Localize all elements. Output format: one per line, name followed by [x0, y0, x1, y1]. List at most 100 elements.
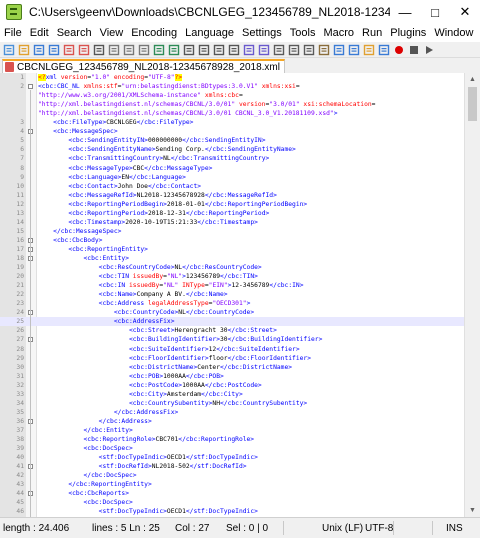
code-line[interactable]: 24 <cbc:CountryCode>NL</cbc:CountryCode> [0, 308, 465, 317]
menu-macro[interactable]: Macro [319, 27, 358, 39]
code-line[interactable]: 30 <cbc:DistrictName>Center</cbc:Distric… [0, 363, 465, 372]
print-icon[interactable] [92, 43, 106, 56]
code-line[interactable]: "http://xml.belastingdienst.nl/schemas/C… [0, 109, 465, 118]
code-line[interactable]: 4 <cbc:MessageSpec> [0, 127, 465, 136]
code-line[interactable]: "http://xml.belastingdienst.nl/schemas/C… [0, 100, 465, 109]
code-line[interactable]: 38 <cbc:ReportingRole>CBC701</cbc:Report… [0, 435, 465, 444]
code-line[interactable]: 15 </cbc:MessageSpec> [0, 227, 465, 236]
code-line[interactable]: 3 <cbc:FileType>CBCNLGEG</cbc:FileType> [0, 118, 465, 127]
code-line[interactable]: 12 <cbc:ReportingPeriodBegin>2018-01-01<… [0, 200, 465, 209]
close-all-icon[interactable] [77, 43, 91, 56]
code-line[interactable]: 5 <cbc:SendingEntityIN>000000000</cbc:Se… [0, 136, 465, 145]
code-line[interactable]: 37 </cbc:Entity> [0, 426, 465, 435]
code-line[interactable]: 20 <cbc:TIN issuedBy="NL">123456789</cbc… [0, 272, 465, 281]
code-line[interactable]: 46 <stf:DocTypeIndic>OECD1</stf:DocTypeI… [0, 507, 465, 516]
editor[interactable]: 1 <?xml version="1.0" encoding="UTF-8"?> 2… [0, 73, 480, 517]
sync-v-icon[interactable] [242, 43, 256, 56]
menu-plugins[interactable]: Plugins [386, 27, 430, 39]
close-icon[interactable] [62, 43, 76, 56]
menu-view[interactable]: View [96, 27, 128, 39]
find-icon[interactable] [182, 43, 196, 56]
code-line[interactable]: 43 </cbc:ReportingEntity> [0, 480, 465, 489]
scrollbar-thumb[interactable] [468, 87, 477, 121]
indent-guide-icon[interactable] [302, 43, 316, 56]
menu-tools[interactable]: Tools [286, 27, 320, 39]
code-line[interactable]: 32 <cbc:PostCode>1000AA</cbc:PostCode> [0, 381, 465, 390]
fold-marker-icon[interactable] [28, 84, 33, 90]
code-line[interactable]: 2 <cbc:CBC_NL xmlns:stf="urn:belastingdie… [0, 82, 465, 91]
code-line[interactable]: 7 <cbc:TransmittingCountry>NL</cbc:Trans… [0, 154, 465, 163]
code-line[interactable]: 9 <cbc:Language>EN</cbc:Language> [0, 173, 465, 182]
minimize-button[interactable]: — [390, 0, 420, 24]
code-line[interactable]: 40 <stf:DocTypeIndic>OECD1</stf:DocTypeI… [0, 453, 465, 462]
undo-icon[interactable] [152, 43, 166, 56]
menu-window[interactable]: Window [430, 27, 477, 39]
code-line[interactable]: 26 <cbc:Street>Herengracht 30</cbc:Stree… [0, 326, 465, 335]
code-line[interactable]: 41 <stf:DocRefId>NL2018-502</stf:DocRefI… [0, 462, 465, 471]
code-line[interactable]: 13 <cbc:ReportingPeriod>2018-12-31</cbc:… [0, 209, 465, 218]
code-line[interactable]: 14 <cbc:Timestamp>2020-10-19T15:21:33</c… [0, 218, 465, 227]
menu-search[interactable]: Search [53, 27, 96, 39]
code-line[interactable]: 16 <cbc:CbcBody> [0, 236, 465, 245]
close-button[interactable]: ✕ [450, 0, 480, 24]
menu-encoding[interactable]: Encoding [127, 27, 181, 39]
redo-icon[interactable] [167, 43, 181, 56]
save-icon[interactable] [32, 43, 46, 56]
zoom-out-icon[interactable] [227, 43, 241, 56]
menu-language[interactable]: Language [181, 27, 238, 39]
code-line[interactable]: 29 <cbc:FloorIdentifier>floor</cbc:Floor… [0, 354, 465, 363]
zoom-in-icon[interactable] [212, 43, 226, 56]
wrap-icon[interactable] [272, 43, 286, 56]
show-all-icon[interactable] [287, 43, 301, 56]
code-line[interactable]: 36 </cbc:Address> [0, 417, 465, 426]
code-line[interactable]: 10 <cbc:Contact>John Doe</cbc:Contact> [0, 182, 465, 191]
play-icon[interactable] [422, 43, 436, 56]
code-line[interactable]: 19 <cbc:ResCountryCode>NL</cbc:ResCountr… [0, 263, 465, 272]
code-line[interactable]: 23 <cbc:Address legalAddressType="OECD30… [0, 299, 465, 308]
code-line[interactable]: 33 <cbc:City>Amsterdam</cbc:City> [0, 390, 465, 399]
code-line[interactable]: "http://www.w3.org/2001/XMLSchema-instan… [0, 91, 465, 100]
stop-icon[interactable] [407, 43, 421, 56]
sync-h-icon[interactable] [257, 43, 271, 56]
code-line[interactable]: 34 <cbc:CountrySubentity>NH</cbc:Country… [0, 399, 465, 408]
code-line[interactable]: 27 <cbc:BuildingIdentifier>30</cbc:Build… [0, 335, 465, 344]
menu-settings[interactable]: Settings [238, 27, 286, 39]
menu-run[interactable]: Run [358, 27, 386, 39]
udl-icon[interactable] [317, 43, 331, 56]
cut-icon[interactable] [107, 43, 121, 56]
code-line[interactable]: 18 <cbc:Entity> [0, 254, 465, 263]
scroll-down-arrow-icon[interactable]: ▼ [465, 504, 480, 517]
func-list-icon[interactable] [347, 43, 361, 56]
code-line[interactable]: 45 <cbc:DocSpec> [0, 498, 465, 507]
code-line[interactable]: 6 <cbc:SendingEntityName>Sending Corp.</… [0, 145, 465, 154]
menu-edit[interactable]: Edit [26, 27, 53, 39]
code-line[interactable]: 31 <cbc:POB>1000AA</cbc:POB> [0, 372, 465, 381]
code-line[interactable]: 21 <cbc:IN issuedBy="NL" INType="EIN">12… [0, 281, 465, 290]
doc-map-icon[interactable] [332, 43, 346, 56]
save-all-icon[interactable] [47, 43, 61, 56]
code-line[interactable]: 25 <cbc:AddressFix> [0, 317, 465, 327]
paste-icon[interactable] [137, 43, 151, 56]
code-line[interactable]: 28 <cbc:SuiteIdentifier>12</cbc:SuiteIde… [0, 345, 465, 354]
code-line[interactable]: 35 </cbc:AddressFix> [0, 408, 465, 417]
menu-file[interactable]: File [0, 27, 26, 39]
code-line[interactable]: 44 <cbc:CbcReports> [0, 489, 465, 498]
tab-document[interactable]: CBCNLGEG_123456789_NL2018-12345678928_20… [2, 59, 285, 73]
monitor-icon[interactable] [377, 43, 391, 56]
scroll-up-arrow-icon[interactable]: ▲ [465, 73, 480, 86]
code-line[interactable]: 11 <cbc:MessageRefId>NL2018-12345678928<… [0, 191, 465, 200]
folder-icon[interactable] [362, 43, 376, 56]
code-line[interactable]: 42 </cbc:DocSpec> [0, 471, 465, 480]
copy-icon[interactable] [122, 43, 136, 56]
code-line[interactable]: 22 <cbc:Name>Company A BV.</cbc:Name> [0, 290, 465, 299]
code-line[interactable]: 39 <cbc:DocSpec> [0, 444, 465, 453]
code-line[interactable]: 8 <cbc:MessageType>CBC</cbc:MessageType> [0, 164, 465, 173]
code-line[interactable]: 1 <?xml version="1.0" encoding="UTF-8"?> [0, 73, 465, 82]
vertical-scrollbar[interactable]: ▲ ▼ [464, 73, 480, 517]
replace-icon[interactable] [197, 43, 211, 56]
open-icon[interactable] [17, 43, 31, 56]
maximize-button[interactable]: □ [420, 0, 450, 24]
new-file-icon[interactable] [2, 43, 16, 56]
record-icon[interactable] [392, 43, 406, 56]
code-line[interactable]: 17 <cbc:ReportingEntity> [0, 245, 465, 254]
